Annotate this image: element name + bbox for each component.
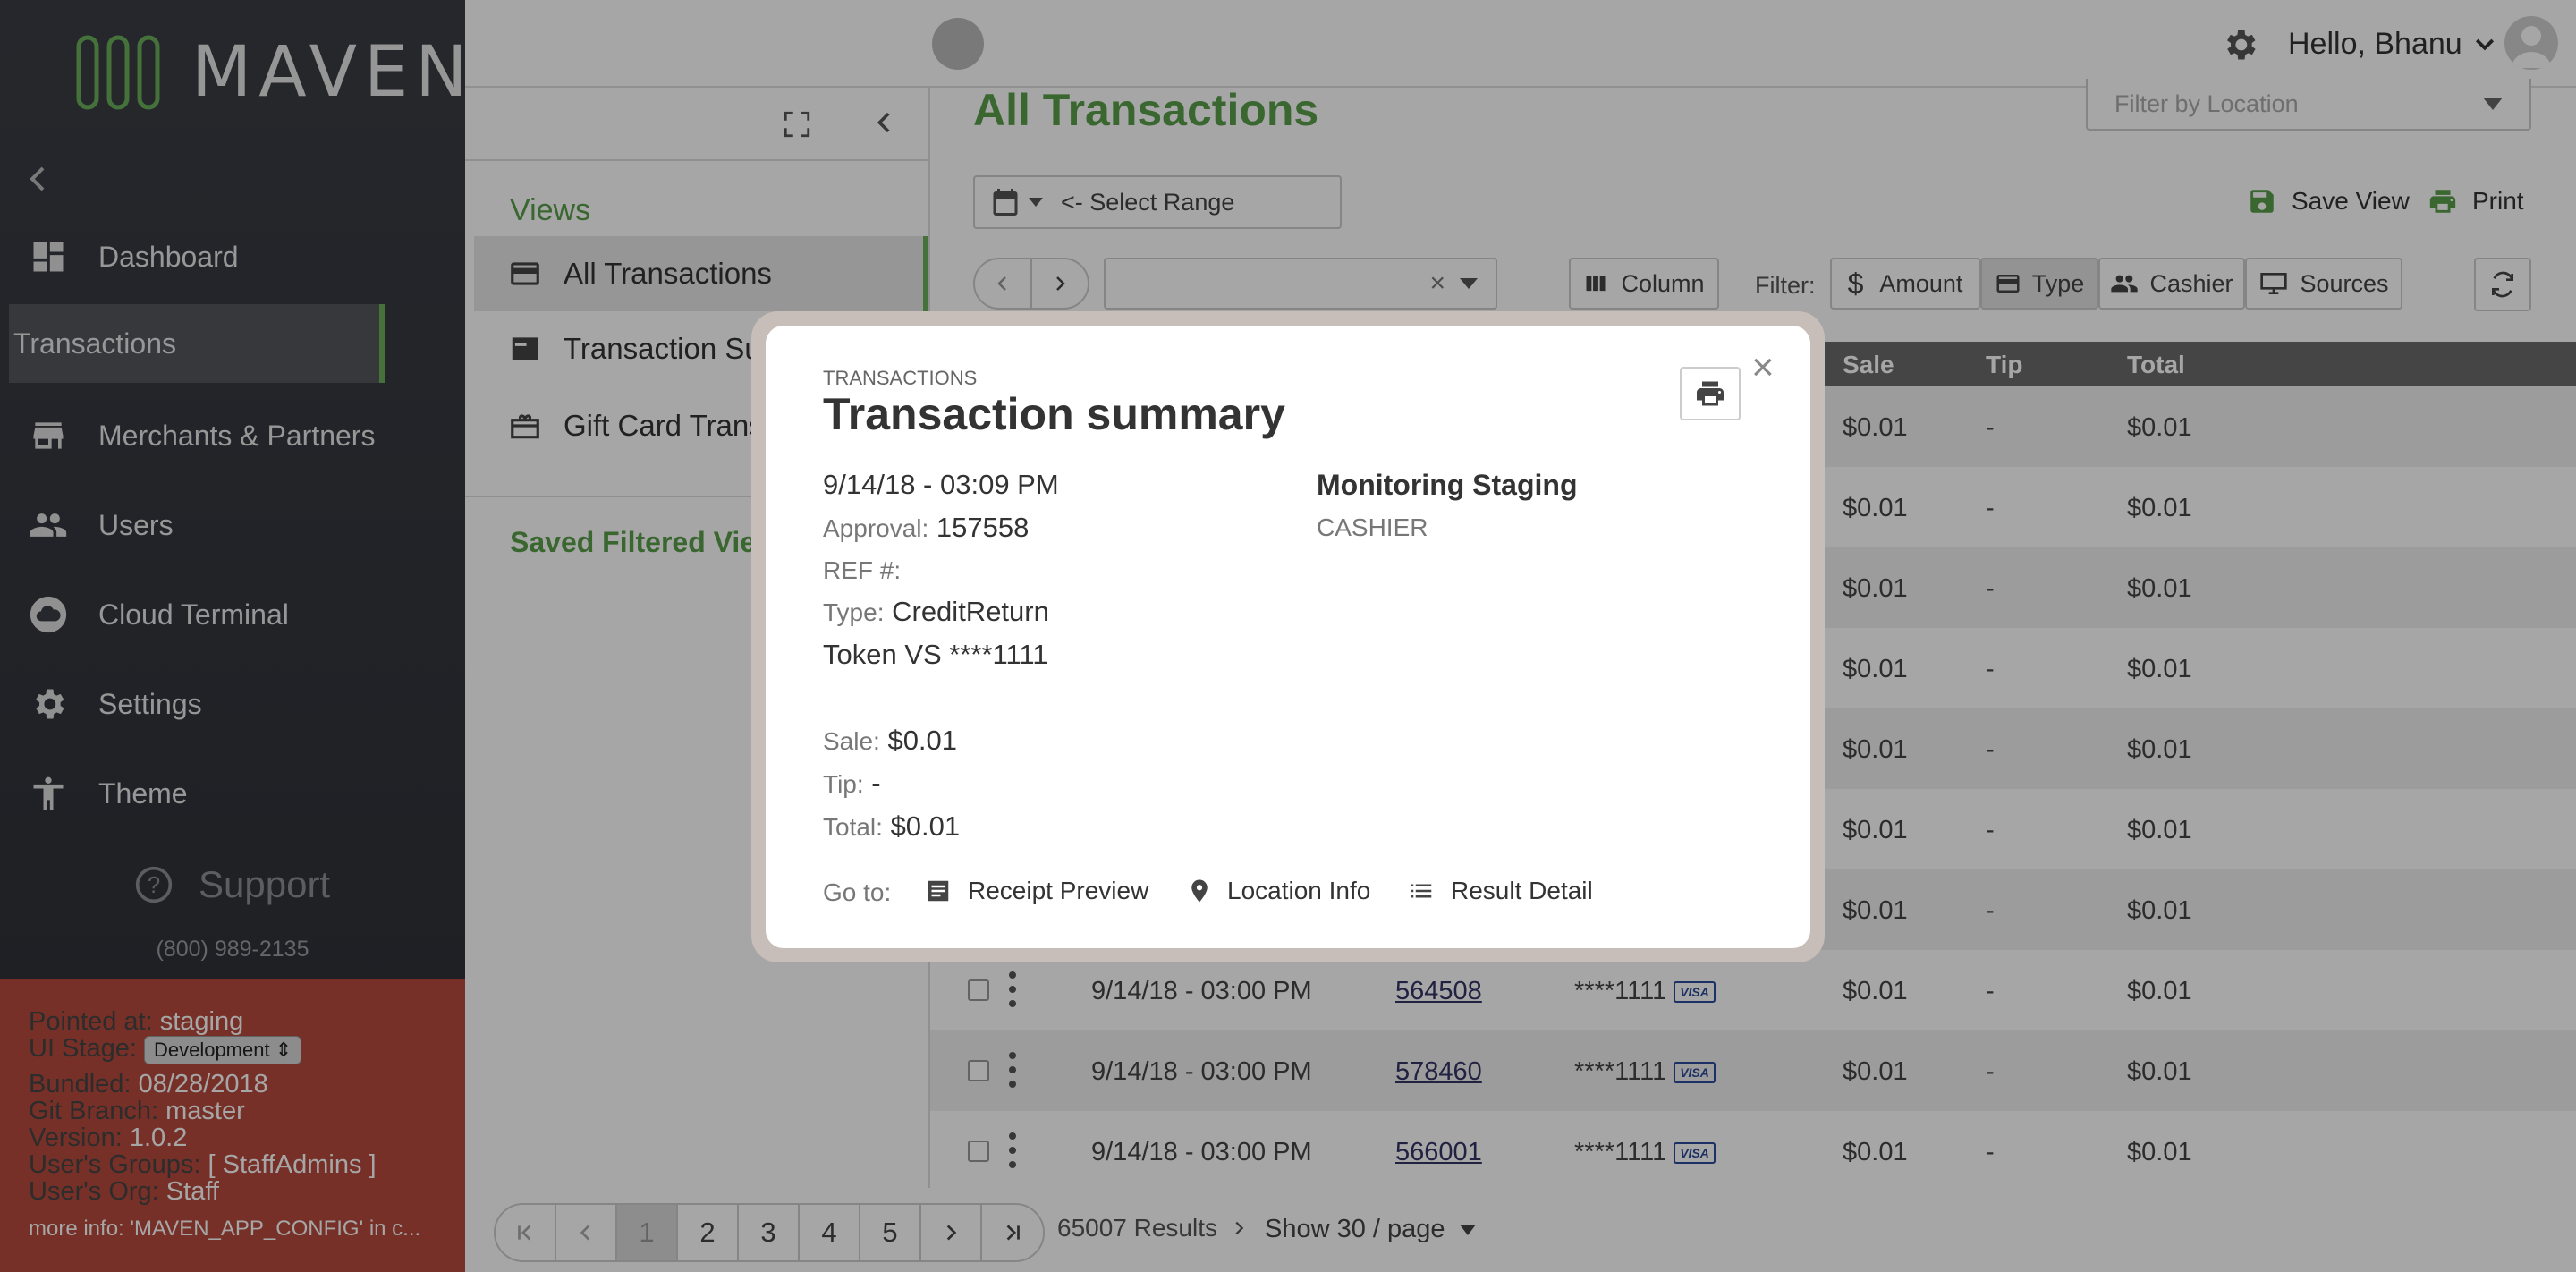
printer-icon (1697, 381, 1724, 406)
transaction-datetime: 9/14/18 - 03:09 PM (823, 469, 1059, 500)
tip-label: Tip: (823, 770, 864, 798)
goto-label: Go to: (823, 878, 892, 906)
modal-kicker: TRANSACTIONS (823, 367, 978, 389)
sale-value: $0.01 (887, 725, 958, 756)
close-icon[interactable]: × (1751, 345, 1775, 390)
receipt-preview-link[interactable]: Receipt Preview (925, 877, 1148, 905)
location-info-label: Location Info (1227, 877, 1371, 904)
type-label: Type: (823, 598, 885, 626)
transaction-summary-modal: TRANSACTIONS Transaction summary × 9/14/… (766, 326, 1810, 948)
type-value: CreditReturn (892, 596, 1049, 627)
approval-value: 157558 (936, 512, 1030, 543)
receipt-icon (928, 880, 949, 902)
modal-print-button[interactable] (1680, 367, 1741, 420)
location-pin-icon (1191, 879, 1208, 903)
approval-label: Approval: (823, 514, 929, 542)
sale-label: Sale: (823, 727, 880, 755)
ref-label: REF #: (823, 556, 902, 584)
merchant-name: Monitoring Staging (1317, 469, 1578, 501)
result-detail-link[interactable]: Result Detail (1408, 877, 1593, 905)
result-detail-label: Result Detail (1451, 877, 1593, 904)
tip-value: - (871, 767, 881, 799)
user-role: CASHIER (1317, 513, 1428, 541)
token-value: Token VS ****1111 (823, 639, 1048, 670)
total-label: Total: (823, 813, 883, 841)
location-info-link[interactable]: Location Info (1186, 877, 1370, 905)
modal-title: Transaction summary (823, 389, 1285, 439)
receipt-preview-label: Receipt Preview (968, 877, 1149, 904)
total-value: $0.01 (890, 810, 961, 842)
list-icon (1411, 884, 1432, 898)
